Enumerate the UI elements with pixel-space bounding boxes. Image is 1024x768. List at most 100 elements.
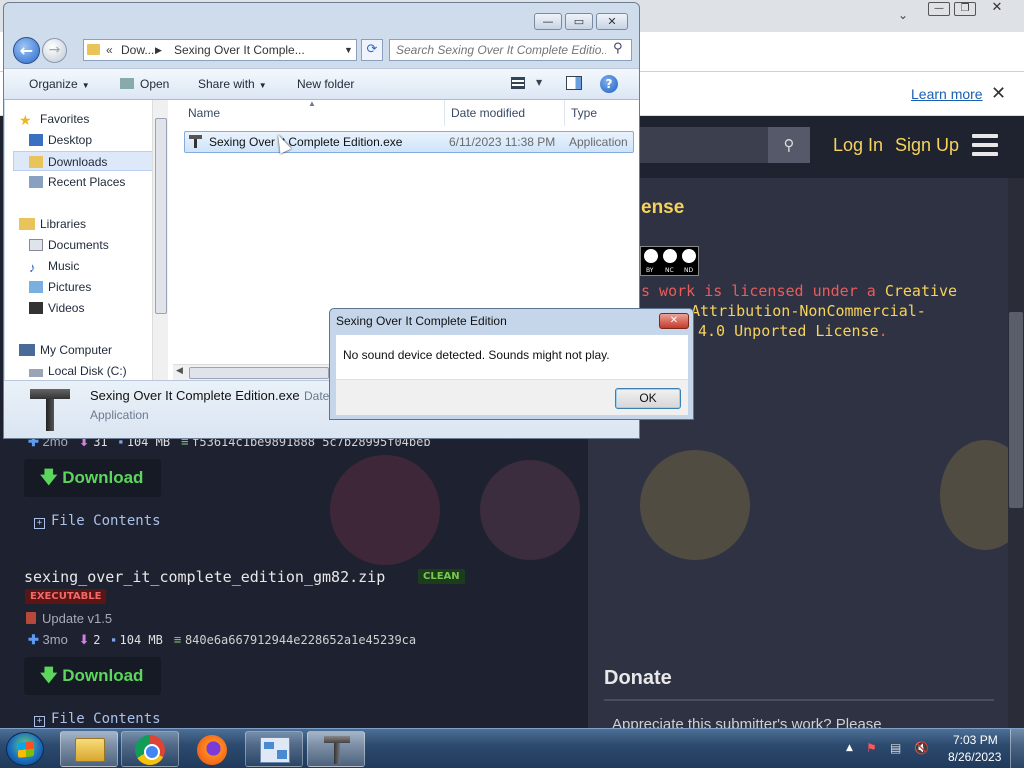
windows-logo-icon [18, 741, 34, 758]
open-button[interactable]: Open [120, 77, 169, 91]
downloads-folder-icon [29, 156, 43, 168]
clock-time[interactable]: 7:03 PM [953, 733, 998, 747]
expand-icon: + [34, 518, 45, 529]
dialog-footer: OK [336, 379, 688, 415]
file-row-name: Sexing Over It Complete Edition.exe [209, 135, 403, 149]
taskbar-chrome[interactable] [121, 731, 179, 767]
preview-pane-icon[interactable] [566, 76, 582, 90]
file-name[interactable]: sexing_over_it_complete_edition_gm82.zip [24, 568, 385, 586]
search-input[interactable] [396, 42, 606, 58]
volume-muted-icon[interactable]: 🔇 [914, 741, 929, 755]
back-arrow-icon[interactable]: ← [13, 37, 40, 64]
chevron-right-icon[interactable]: ▶ [155, 40, 162, 60]
license-link[interactable]: 4.0 Unported License [698, 322, 879, 340]
clean-badge: CLEAN [418, 569, 465, 584]
hammer-app-icon [324, 736, 350, 764]
help-icon[interactable]: ? [600, 75, 618, 93]
taskbar-game[interactable] [307, 731, 365, 767]
column-header-name[interactable]: Name ▲ [168, 99, 445, 126]
learn-more-link[interactable]: Learn more [911, 86, 983, 102]
background-art [480, 460, 580, 560]
horizontal-scrollbar[interactable]: ◀ [173, 364, 333, 380]
sort-arrow-icon: ▲ [308, 99, 316, 108]
start-button[interactable] [6, 732, 44, 766]
nav-my-computer[interactable]: My Computer [19, 340, 164, 360]
file-row[interactable]: Sexing Over It Complete Edition.exe 6/11… [184, 131, 634, 153]
close-icon[interactable]: ✕ [986, 1, 1008, 16]
show-hidden-icons-icon[interactable]: ▲ [846, 743, 853, 753]
file-contents-toggle[interactable]: + File Contents [34, 711, 161, 727]
scrollbar-thumb[interactable] [155, 118, 167, 314]
details-date-label: Date [304, 389, 330, 403]
videos-icon [29, 302, 43, 314]
action-center-flag-icon[interactable]: ⚑ [866, 741, 880, 755]
breadcrumb-overflow[interactable]: « [106, 40, 113, 60]
chevron-down-icon[interactable]: ▼ [344, 40, 353, 60]
column-header-date[interactable]: Date modified [445, 100, 565, 126]
site-search-button[interactable]: ⚲ [768, 127, 810, 163]
nav-libraries[interactable]: Libraries [19, 214, 164, 234]
refresh-icon[interactable]: ⟳ [361, 39, 383, 61]
login-link[interactable]: Log In [833, 135, 883, 156]
maximize-icon[interactable]: ▭ [565, 13, 593, 30]
hamburger-menu-icon[interactable] [972, 134, 998, 158]
show-desktop-button[interactable] [1010, 729, 1024, 768]
organize-button[interactable]: Organize ▼ [29, 77, 90, 91]
computer-icon [19, 344, 35, 356]
infobar-close-icon[interactable]: ✕ [991, 83, 1006, 104]
minimize-icon[interactable]: — [534, 13, 562, 30]
share-with-button[interactable]: Share with ▼ [198, 77, 267, 91]
chrome-icon [135, 735, 165, 765]
hammer-app-icon [189, 135, 202, 148]
download-button[interactable]: 🡇 Download [24, 459, 161, 497]
page-scrollbar-thumb[interactable] [1009, 312, 1023, 508]
address-bar[interactable]: « Dow... ▶ Sexing Over It Comple... ▼ [83, 39, 357, 61]
star-icon: ★ [19, 112, 32, 128]
license-heading: ense [641, 197, 685, 218]
search-icon[interactable]: ⚲ [613, 41, 623, 56]
nav-favorites[interactable]: ★ Favorites [19, 109, 164, 129]
scroll-left-icon: ◀ [176, 366, 183, 376]
close-icon[interactable]: ✕ [659, 313, 689, 329]
cc-license-badge[interactable]: BY NC ND [640, 246, 699, 276]
search-box[interactable]: ⚲ [389, 39, 632, 61]
dialog-title: Sexing Over It Complete Edition [336, 314, 507, 328]
license-link[interactable]: Attribution-NonCommercial- [691, 302, 926, 320]
license-text-line3: 4.0 Unported License. [698, 322, 888, 340]
clock-date[interactable]: 8/26/2023 [948, 750, 1001, 764]
license-text-line1: s work is licensed under a Creative [641, 282, 958, 300]
view-options-icon[interactable] [511, 77, 525, 89]
signup-link[interactable]: Sign Up [895, 135, 959, 156]
license-link[interactable]: Creative [885, 282, 957, 300]
taskbar-explorer[interactable] [60, 731, 118, 767]
taskbar-control-panel[interactable] [245, 731, 303, 767]
disk-drive-icon [29, 369, 43, 377]
chevron-down-icon[interactable]: ▼ [536, 78, 542, 87]
navigation-scrollbar[interactable] [152, 100, 168, 380]
tab-search-icon[interactable]: ⌄ [898, 8, 908, 22]
taskbar-firefox[interactable] [183, 731, 241, 767]
new-folder-button[interactable]: New folder [297, 77, 354, 91]
close-icon[interactable]: ✕ [596, 13, 628, 30]
disk-icon: ▪ [111, 632, 116, 647]
forward-arrow-icon[interactable]: → [42, 38, 67, 63]
update-note: Update v1.5 [26, 611, 112, 626]
dialog-body: No sound device detected. Sounds might n… [336, 335, 688, 379]
breadcrumb-folder[interactable]: Sexing Over It Comple... [174, 40, 305, 60]
column-header-type[interactable]: Type [565, 100, 639, 126]
breadcrumb-downloads[interactable]: Dow... [121, 40, 154, 60]
search-icon: ⚲ [783, 136, 795, 154]
restore-icon[interactable]: ❐ [954, 2, 976, 16]
download-button[interactable]: 🡇 Download [24, 657, 161, 695]
navigation-pane: ★ Favorites Desktop Downloads Recent Plac… [5, 100, 167, 380]
executable-badge: EXECUTABLE [25, 589, 107, 604]
scrollbar-thumb[interactable] [189, 367, 329, 379]
file-row-type: Application [569, 135, 628, 149]
network-icon[interactable]: ▤ [890, 741, 904, 755]
firefox-icon [197, 735, 227, 765]
nav-downloads[interactable]: Downloads [13, 151, 153, 171]
file-contents-toggle[interactable]: + File Contents [34, 513, 161, 529]
ok-button[interactable]: OK [615, 388, 681, 409]
minimize-icon[interactable]: — [928, 2, 950, 16]
file-row-date: 6/11/2023 11:38 PM [449, 135, 556, 149]
